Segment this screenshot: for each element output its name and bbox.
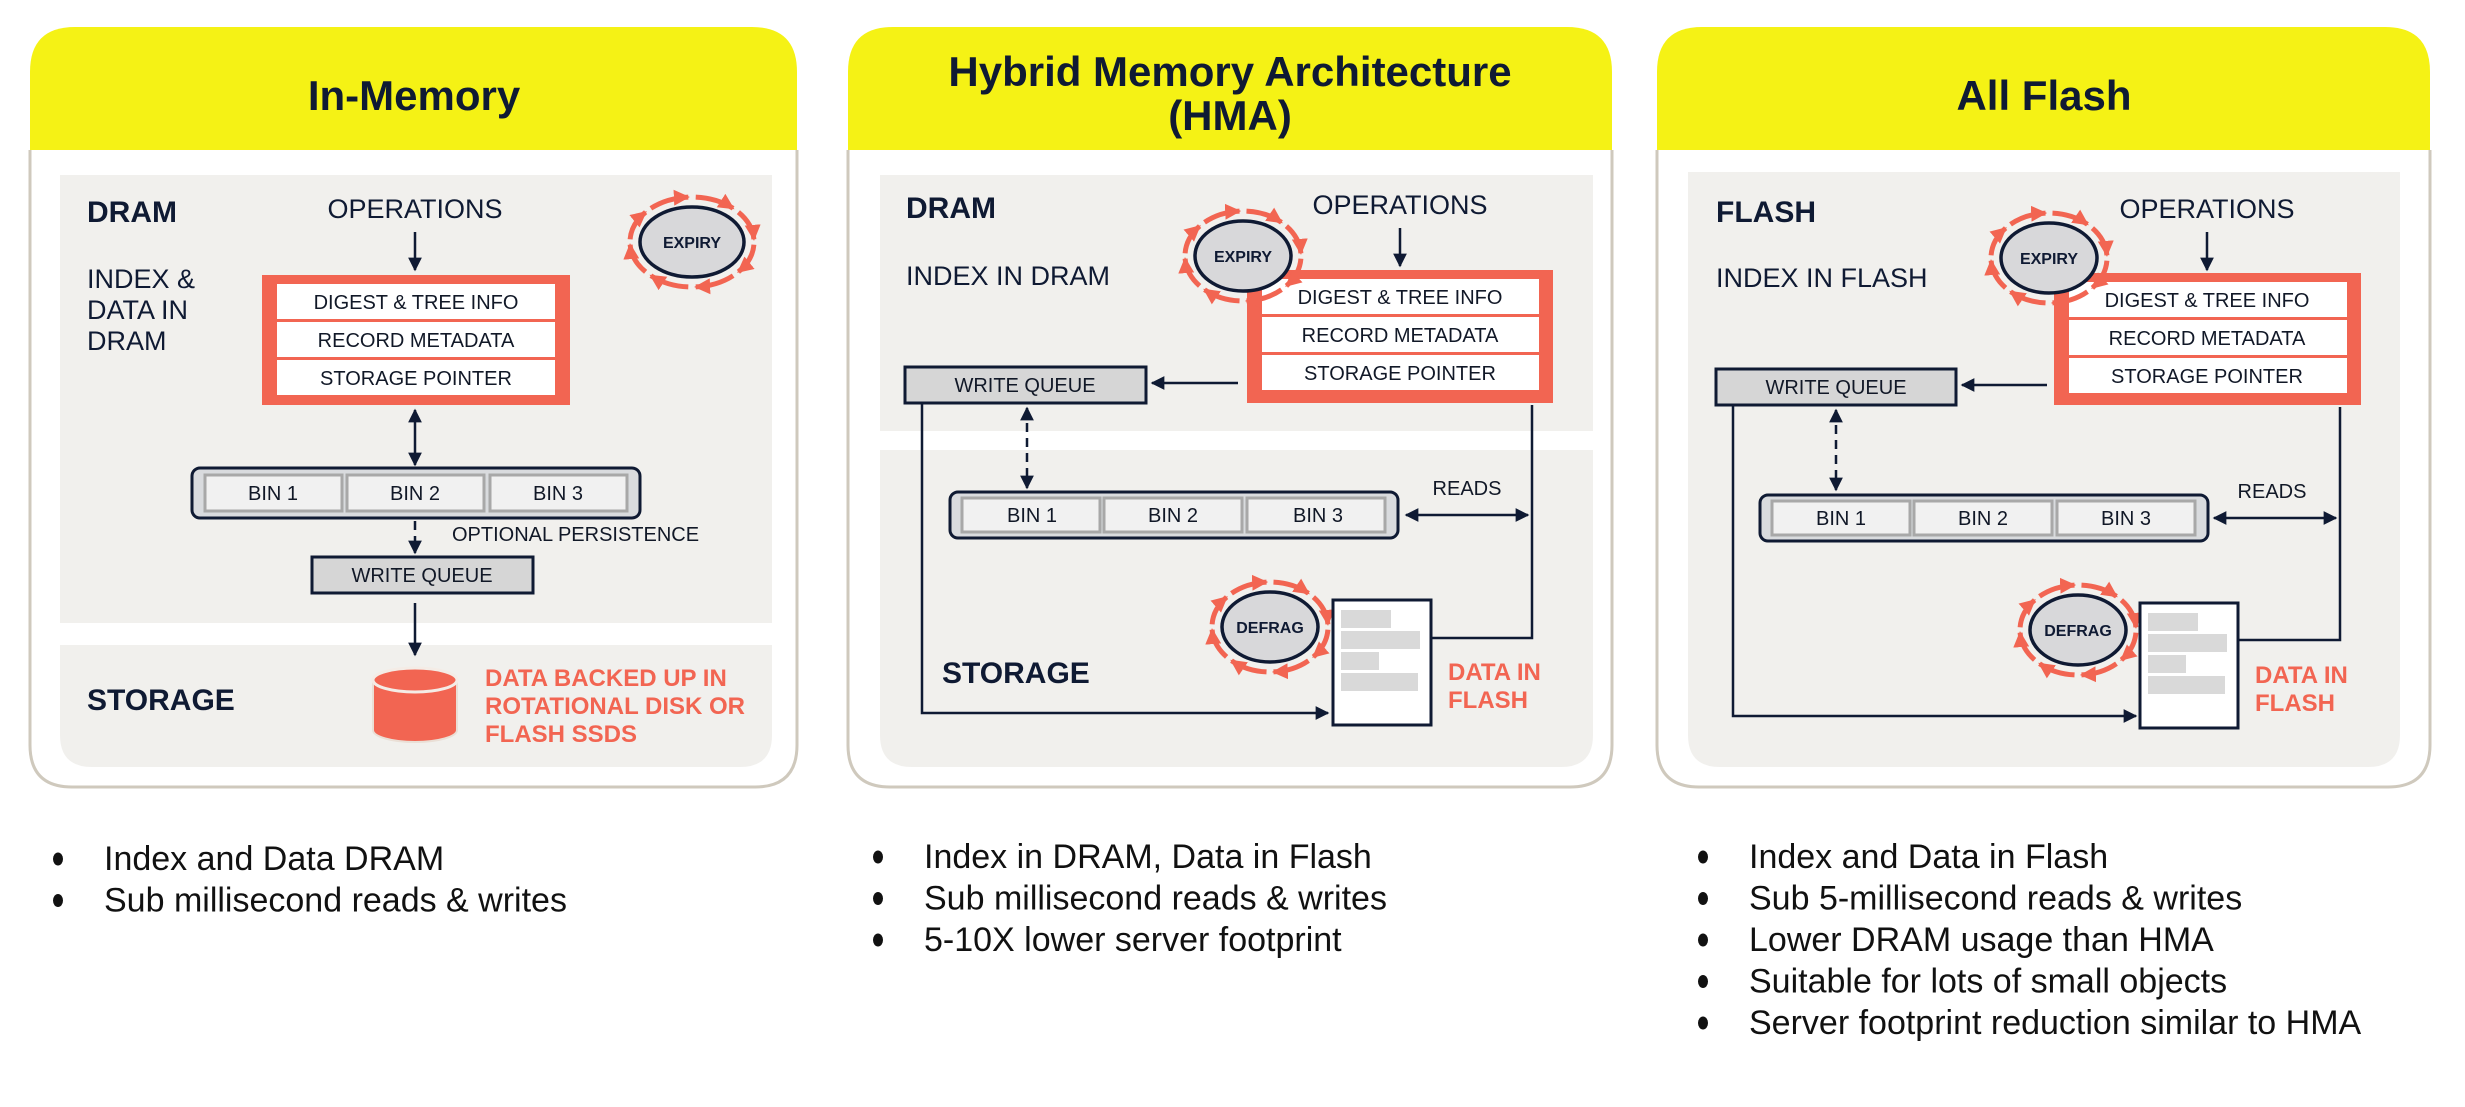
bin-label: BIN 2: [1148, 505, 1198, 527]
panel-title: Hybrid Memory Architecture: [948, 48, 1511, 95]
primary-index-box: DIGEST & TREE INFO RECORD METADATA STORA…: [262, 275, 570, 405]
expiry-label: EXPIRY: [663, 235, 721, 252]
index-row: DIGEST & TREE INFO: [314, 292, 519, 314]
bin-label: BIN 1: [1007, 505, 1057, 527]
panel-all-flash: All Flash FLASH OPERATIONS INDEX IN FLAS…: [1655, 27, 2432, 789]
bullet-item: Sub 5-millisecond reads & writes: [1749, 880, 2242, 918]
data-location-line: FLASH: [1448, 687, 1528, 714]
zone-description-line: INDEX IN DRAM: [906, 261, 1110, 291]
operations-label: OPERATIONS: [1312, 190, 1487, 220]
bullet-item: Index in DRAM, Data in Flash: [924, 838, 1372, 876]
bullets-hybrid-memory: Index in DRAM, Data in Flash Sub millisec…: [873, 838, 1387, 959]
bullet-dot-icon: [53, 894, 63, 907]
bin-label: BIN 3: [2101, 508, 2151, 530]
bullet-item: Sub millisecond reads & writes: [104, 882, 567, 920]
index-row: STORAGE POINTER: [1304, 363, 1496, 385]
bullet-item: Lower DRAM usage than HMA: [1749, 921, 2214, 959]
bin-label: BIN 2: [1958, 508, 2008, 530]
write-queue-label: WRITE QUEUE: [1765, 377, 1906, 399]
index-row: DIGEST & TREE INFO: [2105, 290, 2310, 312]
index-row: DIGEST & TREE INFO: [1298, 287, 1503, 309]
index-row: RECORD METADATA: [2109, 328, 2306, 350]
bullets-in-memory: Index and Data DRAM Sub millisecond reads…: [53, 840, 567, 920]
data-location-line: FLASH: [2255, 690, 2335, 717]
bullet-dot-icon: [1698, 892, 1708, 905]
defrag-label: DEFRAG: [1236, 620, 1304, 637]
primary-index-box: DIGEST & TREE INFO RECORD METADATA STORA…: [1247, 270, 1553, 403]
data-file-icon: [2138, 601, 2240, 730]
bullets-all-flash: Index and Data in Flash Sub 5-millisecond…: [1698, 838, 2362, 1042]
zone-label-storage: STORAGE: [87, 684, 235, 717]
data-location-line: DATA IN: [2255, 662, 2348, 689]
write-queue-label: WRITE QUEUE: [954, 375, 1095, 397]
bullet-item: 5-10X lower server footprint: [924, 921, 1342, 959]
index-row: STORAGE POINTER: [2111, 366, 2303, 388]
bullet-dot-icon: [1698, 1016, 1708, 1030]
bin-label: BIN 3: [533, 483, 583, 505]
bin-label: BIN 1: [1816, 508, 1866, 530]
panel-title-line-2: (HMA): [1168, 92, 1292, 139]
panel-title: All Flash: [1956, 72, 2131, 119]
bullet-dot-icon: [873, 892, 883, 905]
bins-record: BIN 1 BIN 2 BIN 3: [1758, 493, 2210, 543]
bullet-dot-icon: [1698, 933, 1708, 947]
data-file-icon: [1331, 598, 1433, 727]
zone-description-line: DRAM: [87, 326, 167, 356]
bins-record: BIN 1 BIN 2 BIN 3: [190, 466, 642, 520]
write-queue-label: WRITE QUEUE: [351, 565, 492, 587]
bin-label: BIN 1: [248, 483, 298, 505]
expiry-label: EXPIRY: [2020, 251, 2078, 268]
zone-label-dram: DRAM: [906, 192, 996, 225]
panel-title: In-Memory: [308, 72, 521, 119]
zone-label-dram: DRAM: [87, 196, 177, 229]
storage-description-line: DATA BACKED UP IN: [485, 665, 727, 692]
storage-architecture-diagram: In-Memory DRAM OPERATIONS INDEX & DATA I…: [28, 27, 2432, 1042]
bin-label: BIN 3: [1293, 505, 1343, 527]
bullet-item: Suitable for lots of small objects: [1749, 963, 2227, 1001]
bullet-item: Sub millisecond reads & writes: [924, 880, 1387, 918]
bullet-dot-icon: [1698, 975, 1708, 988]
zone-description-line: DATA IN: [87, 295, 188, 325]
reads-label: READS: [1433, 478, 1502, 500]
index-row: STORAGE POINTER: [320, 368, 512, 390]
database-cylinder-icon: [371, 666, 459, 743]
data-location-line: DATA IN: [1448, 659, 1541, 686]
zone-label-storage: STORAGE: [942, 657, 1090, 690]
panel-hybrid-memory: Hybrid Memory Architecture (HMA) DRAM OP…: [846, 27, 1614, 789]
bullet-item: Server footprint reduction similar to HM…: [1749, 1004, 2362, 1042]
bins-record: BIN 1 BIN 2 BIN 3: [948, 490, 1400, 540]
reads-label: READS: [2238, 481, 2307, 503]
index-row: RECORD METADATA: [1302, 325, 1499, 347]
index-row: RECORD METADATA: [318, 330, 515, 352]
bullet-dot-icon: [873, 850, 883, 864]
storage-description-line: FLASH SSDS: [485, 721, 637, 748]
bullet-item: Index and Data in Flash: [1749, 838, 2108, 876]
zone-description-line: INDEX IN FLASH: [1716, 263, 1928, 293]
defrag-label: DEFRAG: [2044, 623, 2112, 640]
bin-label: BIN 2: [390, 483, 440, 505]
storage-description-line: ROTATIONAL DISK OR: [485, 693, 745, 720]
expiry-label: EXPIRY: [1214, 249, 1272, 266]
panel-in-memory: In-Memory DRAM OPERATIONS INDEX & DATA I…: [28, 27, 799, 789]
operations-label: OPERATIONS: [2119, 194, 2294, 224]
bullet-dot-icon: [53, 852, 63, 866]
primary-index-box: DIGEST & TREE INFO RECORD METADATA STORA…: [2054, 273, 2361, 405]
bullet-dot-icon: [1698, 850, 1708, 864]
zone-description-line: INDEX &: [87, 264, 195, 294]
bullet-item: Index and Data DRAM: [104, 840, 444, 878]
zone-label-flash: FLASH: [1716, 196, 1816, 229]
optional-persistence-label: OPTIONAL PERSISTENCE: [452, 524, 699, 546]
operations-label: OPERATIONS: [327, 194, 502, 224]
bullet-dot-icon: [873, 933, 883, 947]
